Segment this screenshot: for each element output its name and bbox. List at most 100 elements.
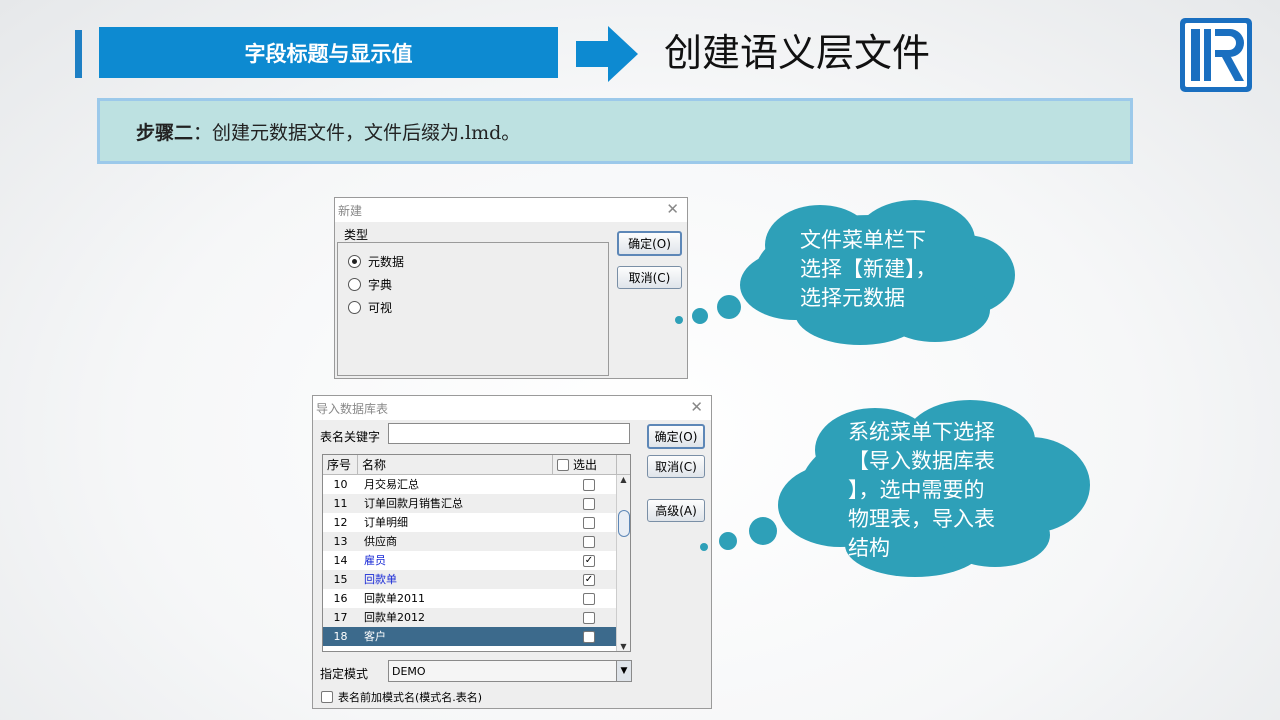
row-select-cell: ✓ [559,570,619,589]
import-dialog-title: 导入数据库表 [316,401,389,416]
row-name: 回款单2011 [364,592,425,605]
schema-value: DEMO [392,664,426,678]
row-number: 10 [333,478,348,491]
type-group-label: 类型 [344,228,369,242]
row-select-cell [559,589,619,608]
row-name: 客户 [364,630,386,643]
radio-label: 元数据 [368,255,405,269]
section-label: 字段标题与显示值 [99,27,558,78]
row-select-cell: ✓ [559,551,619,570]
table-row[interactable]: 15 回款单 ✓ [323,570,630,589]
chevron-down-icon[interactable]: ▼ [616,661,631,681]
table-row[interactable]: 12 订单明细 [323,513,630,532]
column-header-label: 选出 [573,458,598,472]
logo-icon [1180,18,1252,92]
prefix-label: 表名前加模式名(模式名.表名) [338,691,483,704]
row-select-cell [559,513,619,532]
table-row[interactable]: 18 客户 [323,627,630,646]
row-number: 13 [333,535,348,548]
row-name: 订单回款月销售汇总 [364,497,463,510]
row-select-cell [559,494,619,513]
radio-label: 字典 [368,278,393,292]
row-checkbox[interactable] [583,535,595,548]
new-dialog-titlebar: 新建 ✕ [335,198,687,222]
table-grid: 序号 名称 选出 10 月交易汇总 11 订单回款月销售汇总 12 订单明细 13 供应商 14… [322,454,631,652]
row-name: 月交易汇总 [364,478,419,491]
table-body: 10 月交易汇总 11 订单回款月销售汇总 12 订单明细 13 供应商 14 雇员 ✓ 15 回款单 ✓… [323,475,630,646]
import-dialog: 导入数据库表 ✕ 表名关键字 序号 名称 选出 10 月交易汇总 11 订单回款月销售… [312,395,712,709]
page-title: 创建语义层文件 [664,31,931,75]
radio-icon [348,301,361,314]
scroll-down-icon[interactable]: ▼ [617,642,630,651]
row-name: 订单明细 [364,516,408,529]
row-select-cell [559,475,619,494]
step-text: ：创建元数据文件，文件后缀为.lmd。 [193,121,521,144]
checked-checkbox[interactable]: ✓ [583,554,595,567]
column-header-name: 名称 [358,455,553,474]
row-select-cell [559,627,619,646]
callout-text-bottom: 系统菜单下选择 【导入数据库表 】，选中需要的 物理表，导入表 结构 [848,418,995,563]
row-checkbox[interactable] [583,497,595,510]
keyword-input[interactable] [388,423,630,444]
row-checkbox[interactable] [583,516,595,529]
row-checkbox[interactable] [583,592,595,605]
table-row[interactable]: 13 供应商 [323,532,630,551]
vertical-scrollbar[interactable]: ▲ ▼ [616,475,630,651]
checked-checkbox[interactable]: ✓ [583,573,595,586]
table-header: 序号 名称 选出 [323,455,630,475]
radio-metadata[interactable]: 元数据 [348,253,404,270]
radio-selected-icon [348,255,361,268]
row-number: 11 [333,497,348,510]
step-banner: 步骤二：创建元数据文件，文件后缀为.lmd。 [97,98,1133,164]
table-row[interactable]: 17 回款单2012 [323,608,630,627]
scroll-up-icon[interactable]: ▲ [617,475,630,484]
radio-dictionary[interactable]: 字典 [348,276,392,293]
radio-label: 可视 [368,301,393,315]
column-header-select[interactable]: 选出 [553,455,617,474]
callout-line: 选择【新建】， [800,257,937,281]
row-number: 12 [333,516,348,529]
callout-line: 物理表，导入表 [848,507,995,531]
import-dialog-titlebar: 导入数据库表 ✕ [313,396,711,420]
row-number: 16 [333,592,348,605]
column-header-no: 序号 [323,455,358,474]
radio-icon [348,278,361,291]
new-dialog: 新建 ✕ 类型 元数据 字典 可视 确定(O) 取消(C) [334,197,688,379]
row-checkbox[interactable] [583,630,595,643]
row-number: 17 [333,611,348,624]
callout-text-top: 文件菜单栏下 选择【新建】， 选择元数据 [800,226,937,313]
table-row[interactable]: 11 订单回款月销售汇总 [323,494,630,513]
table-row[interactable]: 16 回款单2011 [323,589,630,608]
table-row[interactable]: 14 雇员 ✓ [323,551,630,570]
callout-line: 文件菜单栏下 [800,228,926,252]
accent-bar [75,30,82,78]
right-arrow-icon [576,26,638,82]
row-name: 回款单 [364,573,397,586]
step-label: 步骤二 [136,121,194,144]
callout-line: 系统菜单下选择 [848,420,995,444]
row-name: 回款单2012 [364,611,425,624]
select-all-checkbox[interactable] [557,458,569,471]
radio-visual[interactable]: 可视 [348,299,392,316]
callout-line: 选择元数据 [800,286,905,310]
row-name: 雇员 [364,554,386,567]
callout-line: 结构 [848,536,890,560]
scroll-thumb[interactable] [618,510,630,537]
row-name: 供应商 [364,535,397,548]
row-select-cell [559,608,619,627]
callout-line: 【导入数据库表 [848,449,995,473]
schema-label: 指定模式 [320,667,369,681]
row-select-cell [559,532,619,551]
new-dialog-title: 新建 [338,203,363,218]
prefix-checkbox[interactable] [321,691,333,703]
prefix-checkbox-row[interactable]: 表名前加模式名(模式名.表名) [321,689,482,705]
row-checkbox[interactable] [583,478,595,491]
keyword-label: 表名关键字 [320,430,381,444]
row-number: 18 [333,630,348,643]
schema-select[interactable]: DEMO ▼ [388,660,632,682]
callout-line: 】，选中需要的 [848,478,985,502]
row-number: 15 [333,573,348,586]
row-number: 14 [333,554,348,567]
row-checkbox[interactable] [583,611,595,624]
table-row[interactable]: 10 月交易汇总 [323,475,630,494]
